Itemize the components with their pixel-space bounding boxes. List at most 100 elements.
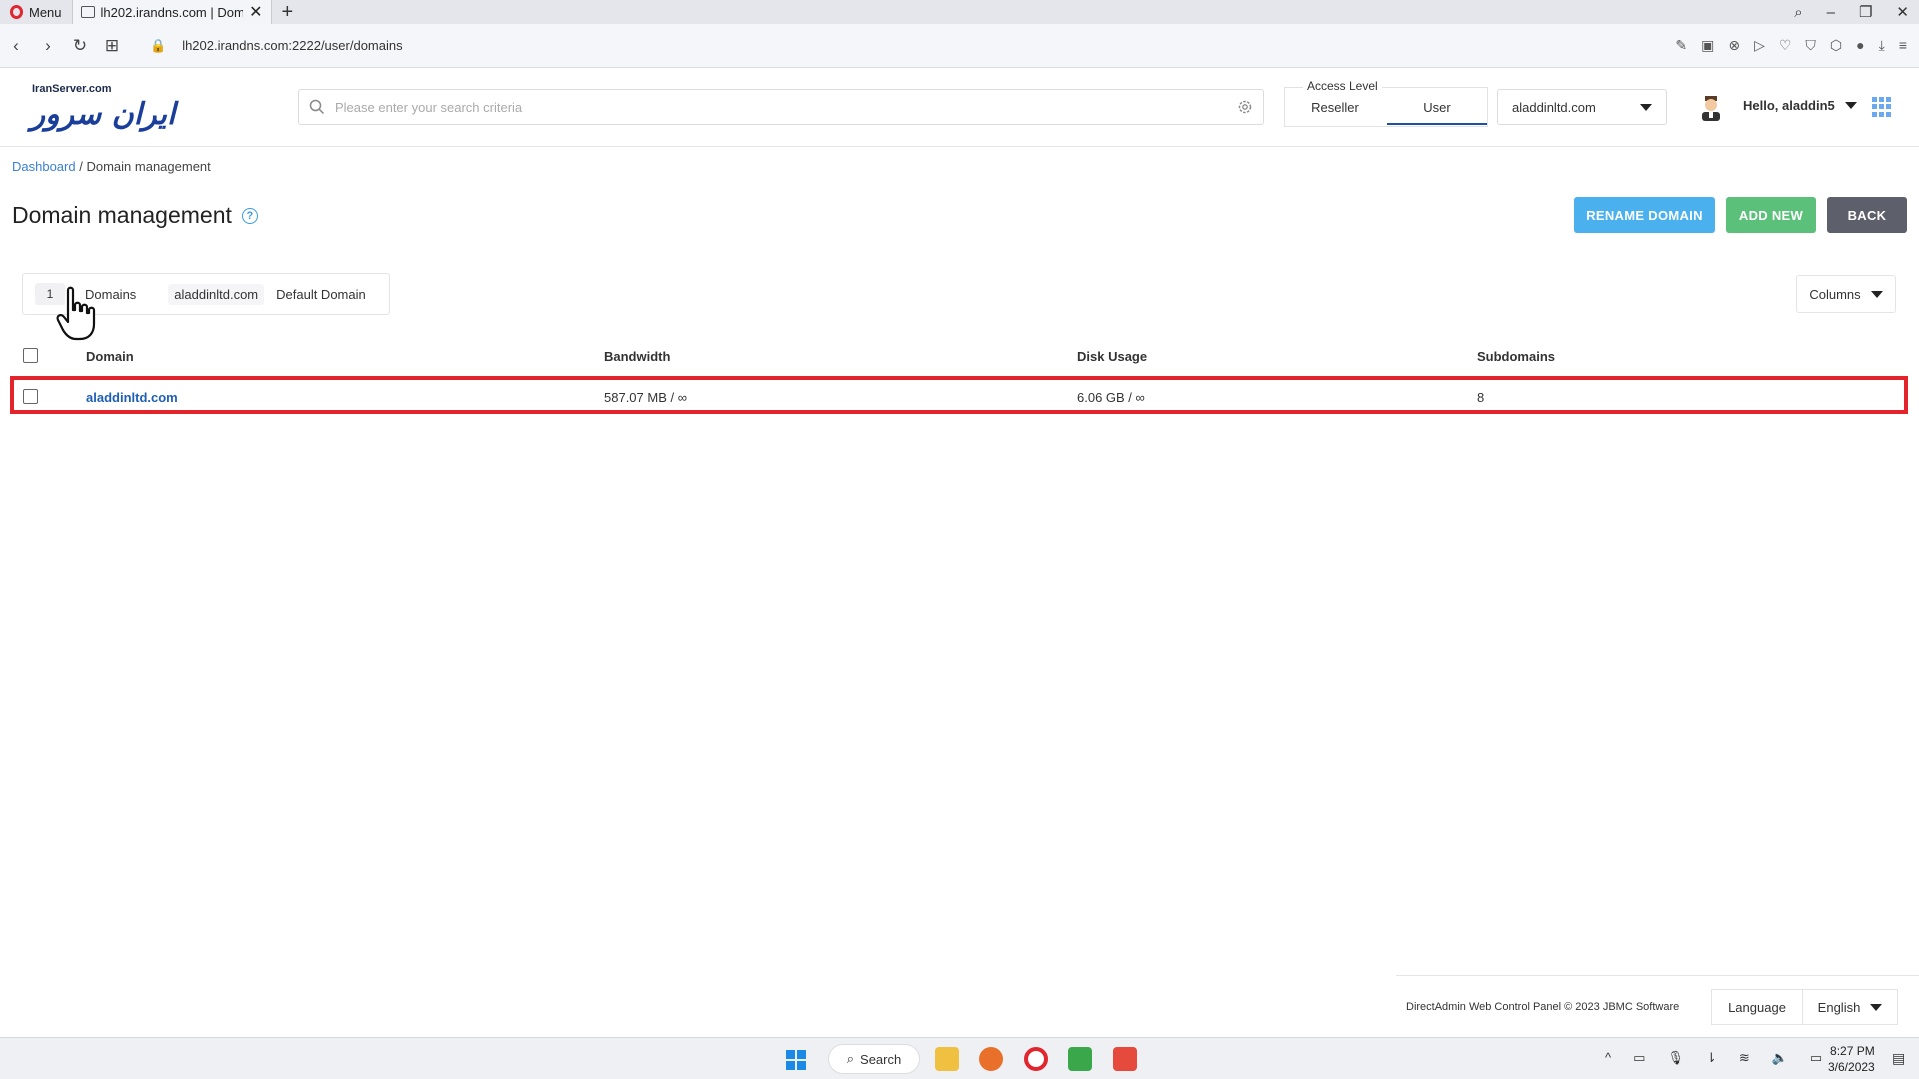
minimize-icon[interactable]: – bbox=[1827, 4, 1835, 21]
back-nav-icon[interactable]: ‹ bbox=[0, 36, 32, 56]
back-button[interactable]: BACK bbox=[1827, 197, 1907, 233]
download-icon[interactable]: ⤓ bbox=[1879, 37, 1885, 54]
logo[interactable]: IranServer.com ایران سرور bbox=[24, 83, 184, 135]
row-checkbox[interactable] bbox=[23, 389, 38, 404]
chevron-down-icon bbox=[1870, 290, 1883, 298]
camera-icon[interactable]: ▣ bbox=[1701, 37, 1714, 54]
rename-domain-button[interactable]: RENAME DOMAIN bbox=[1574, 197, 1715, 233]
column-header-subdomains[interactable]: Subdomains bbox=[1477, 349, 1555, 364]
access-option-reseller[interactable]: Reseller bbox=[1285, 100, 1385, 115]
file-explorer-icon[interactable] bbox=[935, 1047, 959, 1071]
windows-start-icon[interactable] bbox=[786, 1050, 806, 1070]
access-level-legend: Access Level bbox=[1303, 79, 1382, 93]
opera-taskbar-icon[interactable] bbox=[1024, 1047, 1048, 1071]
windows-taskbar: ⌕ Search ^ ▭ 🎙 ⇂ ≋ 🔈 ▭ 8:27 PM 3/6/2023 … bbox=[0, 1037, 1919, 1079]
breadcrumb-dashboard-link[interactable]: Dashboard bbox=[12, 159, 76, 174]
user-menu[interactable]: Hello, aladdin5 bbox=[1743, 98, 1857, 113]
new-tab-icon[interactable]: + bbox=[272, 1, 304, 24]
clock-date: 3/6/2023 bbox=[1828, 1060, 1875, 1074]
bandwidth-cell: 587.07 MB / ∞ bbox=[604, 390, 687, 405]
wifi-icon[interactable]: ≋ bbox=[1739, 1050, 1750, 1066]
address-bar: ‹ › ↻ ⊞ 🔒 lh202.irandns.com:2222/user/do… bbox=[0, 24, 1919, 68]
gear-icon[interactable] bbox=[1237, 99, 1253, 115]
speaker-icon[interactable]: 🔈 bbox=[1772, 1050, 1788, 1066]
speed-dial-icon[interactable]: ⊞ bbox=[96, 36, 128, 56]
column-header-bandwidth[interactable]: Bandwidth bbox=[604, 349, 670, 364]
menu-icon[interactable]: ≡ bbox=[1899, 37, 1907, 54]
restore-icon[interactable]: ❐ bbox=[1859, 3, 1872, 21]
tab-title: lh202.irandns.com | Domain bbox=[100, 4, 244, 20]
monitor-icon[interactable]: ▭ bbox=[1633, 1050, 1645, 1066]
vpn-icon[interactable]: ⛉ bbox=[1805, 37, 1816, 54]
cube-icon[interactable]: ⬡ bbox=[1830, 37, 1842, 54]
filter-chip-default-domain[interactable]: Default Domain bbox=[276, 287, 366, 302]
language-select[interactable]: English bbox=[1802, 989, 1898, 1025]
block-icon[interactable]: ⊗ bbox=[1728, 37, 1740, 54]
close-window-icon[interactable]: ✕ bbox=[1896, 3, 1909, 21]
page-title-row: Domain management ? bbox=[12, 202, 258, 229]
camtasia-green-icon[interactable] bbox=[1068, 1047, 1092, 1071]
breadcrumb: Dashboard / Domain management bbox=[12, 159, 211, 174]
edit-icon[interactable]: ✎ bbox=[1675, 37, 1687, 54]
forward-nav-icon[interactable]: › bbox=[32, 36, 64, 56]
apps-grid-icon[interactable] bbox=[1872, 97, 1892, 117]
help-icon[interactable]: ? bbox=[241, 207, 258, 224]
url-field[interactable]: lh202.irandns.com:2222/user/domains bbox=[182, 38, 402, 53]
opera-logo-icon bbox=[10, 5, 23, 19]
access-option-user[interactable]: User bbox=[1387, 100, 1487, 125]
access-level-switch: Access Level Reseller User bbox=[1284, 79, 1488, 127]
browser-toolbar: ✎ ▣ ⊗ ▷ ♡ ⛉ ⬡ ● ⤓ ≡ bbox=[1675, 37, 1919, 54]
chevron-up-icon[interactable]: ^ bbox=[1605, 1050, 1611, 1066]
opera-menu-button[interactable]: Menu bbox=[0, 0, 72, 24]
footer-copyright: DirectAdmin Web Control Panel © 2023 JBM… bbox=[1406, 1001, 1680, 1013]
favicon-icon bbox=[80, 6, 95, 18]
firefox-icon[interactable] bbox=[979, 1047, 1003, 1071]
notification-icon[interactable]: ▤ bbox=[1892, 1050, 1905, 1067]
filter-chip-domain[interactable]: aladdinltd.com bbox=[168, 283, 265, 305]
subdomains-cell: 8 bbox=[1477, 390, 1485, 405]
breadcrumb-current: Domain management bbox=[86, 159, 211, 174]
browser-search-icon[interactable]: ⌕ bbox=[1794, 4, 1802, 21]
disk-usage-cell: 6.06 GB / ∞ bbox=[1077, 390, 1145, 405]
chevron-down-icon bbox=[1844, 102, 1857, 109]
table-row: aladdinltd.com 587.07 MB / ∞ 6.06 GB / ∞… bbox=[10, 376, 1908, 414]
select-all-checkbox[interactable] bbox=[23, 348, 38, 363]
camtasia-red-icon[interactable] bbox=[1113, 1047, 1137, 1071]
taskbar-search-label: Search bbox=[860, 1051, 902, 1067]
columns-dropdown[interactable]: Columns bbox=[1796, 275, 1896, 313]
window-controls: ⌕ – ❐ ✕ bbox=[1794, 3, 1919, 22]
greeting-label: Hello, aladdin5 bbox=[1743, 98, 1835, 113]
profile-icon[interactable]: ● bbox=[1856, 37, 1864, 54]
domain-select[interactable]: aladdinltd.com bbox=[1497, 89, 1667, 125]
domain-link[interactable]: aladdinltd.com bbox=[86, 390, 178, 405]
taskbar-search[interactable]: ⌕ Search bbox=[828, 1044, 920, 1074]
footer: DirectAdmin Web Control Panel © 2023 JBM… bbox=[1396, 975, 1919, 1035]
close-tab-icon[interactable]: ✕ bbox=[249, 2, 262, 22]
column-header-domain[interactable]: Domain bbox=[86, 349, 134, 364]
battery-icon[interactable]: ▭ bbox=[1810, 1050, 1822, 1066]
search-input[interactable] bbox=[325, 99, 1237, 115]
svg-text:ایران سرور: ایران سرور bbox=[27, 97, 179, 132]
search-box[interactable] bbox=[298, 89, 1264, 125]
browser-tab[interactable]: lh202.irandns.com | Domain ✕ bbox=[71, 0, 272, 24]
logo-mark-icon: ایران سرور bbox=[27, 97, 179, 132]
hand-cursor-icon bbox=[56, 286, 96, 341]
reload-icon[interactable]: ↻ bbox=[64, 36, 96, 56]
column-header-disk-usage[interactable]: Disk Usage bbox=[1077, 349, 1147, 364]
clock-time: 8:27 PM bbox=[1830, 1044, 1875, 1058]
avatar[interactable] bbox=[1700, 95, 1722, 121]
usb-icon[interactable]: ⇂ bbox=[1706, 1050, 1717, 1066]
lock-icon[interactable]: 🔒 bbox=[150, 38, 166, 54]
add-new-button[interactable]: ADD NEW bbox=[1726, 197, 1816, 233]
system-tray: ^ ▭ 🎙 ⇂ ≋ 🔈 ▭ bbox=[1605, 1050, 1822, 1066]
page-title: Domain management bbox=[12, 202, 232, 228]
chevron-down-icon bbox=[1870, 1003, 1883, 1011]
language-value: English bbox=[1817, 999, 1861, 1015]
site-header: IranServer.com ایران سرور Access Level R… bbox=[0, 69, 1919, 147]
play-icon[interactable]: ▷ bbox=[1754, 37, 1765, 54]
heart-icon[interactable]: ♡ bbox=[1779, 37, 1792, 54]
taskbar-clock[interactable]: 8:27 PM 3/6/2023 bbox=[1828, 1043, 1875, 1075]
search-icon: ⌕ bbox=[846, 1051, 855, 1066]
search-icon bbox=[309, 99, 325, 115]
microphone-icon[interactable]: 🎙 bbox=[1667, 1050, 1684, 1066]
